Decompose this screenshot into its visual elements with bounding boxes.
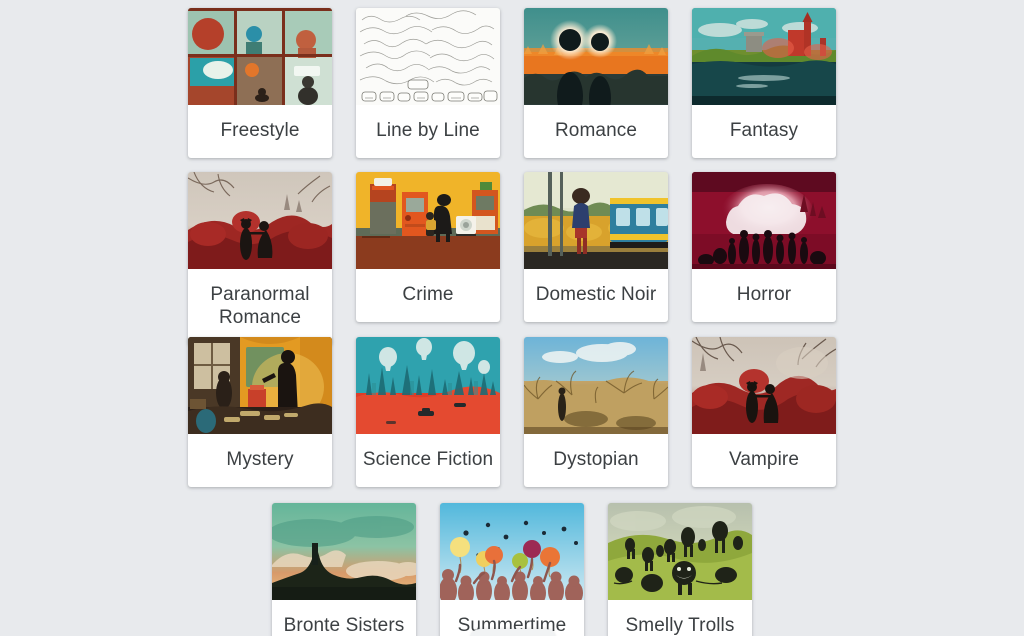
genre-row-4: Bronte Sisters Summertime Smelly Trolls	[0, 503, 1024, 636]
crime-thumbnail-image	[356, 172, 500, 269]
genre-card-label: Domestic Noir	[535, 284, 657, 305]
genre-card-fantasy[interactable]: Fantasy	[692, 8, 836, 158]
genre-card-label: Bronte Sisters	[283, 615, 405, 636]
paranormal-romance-thumbnail-image	[188, 172, 332, 269]
genre-card-paranormal-romance[interactable]: Paranormal Romance	[188, 172, 332, 345]
genre-card-crime[interactable]: Crime	[356, 172, 500, 322]
genre-card-label: Horror	[736, 284, 792, 305]
genre-card-label: Paranormal Romance	[210, 284, 310, 328]
genre-card-label: Mystery	[226, 449, 294, 470]
genre-card-dystopian[interactable]: Dystopian	[524, 337, 668, 487]
genre-card-label: Freestyle	[220, 120, 300, 141]
genre-card-label: Dystopian	[553, 449, 639, 470]
genre-row-2: Paranormal Romance Crime Domestic Noir H…	[0, 172, 1024, 345]
genre-card-label: Line by Line	[376, 120, 480, 141]
genre-card-horror[interactable]: Horror	[692, 172, 836, 322]
genre-card-line-by-line[interactable]: Line by Line	[356, 8, 500, 158]
genre-card-domestic-noir[interactable]: Domestic Noir	[524, 172, 668, 322]
genre-card-label: Vampire	[728, 449, 800, 470]
smelly-trolls-thumbnail-image	[608, 503, 752, 600]
vampire-thumbnail-image	[692, 337, 836, 434]
domestic-noir-thumbnail-image	[524, 172, 668, 269]
genre-card-freestyle[interactable]: Freestyle	[188, 8, 332, 158]
fantasy-thumbnail-image	[692, 8, 836, 105]
bronte-sisters-thumbnail-image	[272, 503, 416, 600]
line-by-line-thumbnail-image	[356, 8, 500, 105]
freestyle-thumbnail-image	[188, 8, 332, 105]
genre-card-label: Crime	[402, 284, 454, 305]
genre-card-romance[interactable]: Romance	[524, 8, 668, 158]
genre-card-label: Science Fiction	[362, 449, 494, 470]
genre-card-label: Fantasy	[729, 120, 799, 141]
genre-card-science-fiction[interactable]: Science Fiction	[356, 337, 500, 487]
genre-gallery: Freestyle Line by Line Romance Fantasy P…	[0, 0, 1024, 636]
dystopian-thumbnail-image	[524, 337, 668, 434]
genre-card-summertime[interactable]: Summertime	[440, 503, 584, 636]
genre-row-3: Mystery Science Fiction Dystopian Vampir…	[0, 337, 1024, 487]
science-fiction-thumbnail-image	[356, 337, 500, 434]
genre-card-label: Smelly Trolls	[625, 615, 735, 636]
genre-card-label: Romance	[554, 120, 638, 141]
horror-thumbnail-image	[692, 172, 836, 269]
genre-row-1: Freestyle Line by Line Romance Fantasy	[0, 8, 1024, 158]
genre-card-vampire[interactable]: Vampire	[692, 337, 836, 487]
genre-card-mystery[interactable]: Mystery	[188, 337, 332, 487]
genre-card-smelly-trolls[interactable]: Smelly Trolls	[608, 503, 752, 636]
partially-visible-control-chip[interactable]	[470, 629, 556, 636]
romance-thumbnail-image	[524, 8, 668, 105]
summertime-thumbnail-image	[440, 503, 584, 600]
genre-card-bronte-sisters[interactable]: Bronte Sisters	[272, 503, 416, 636]
mystery-thumbnail-image	[188, 337, 332, 434]
